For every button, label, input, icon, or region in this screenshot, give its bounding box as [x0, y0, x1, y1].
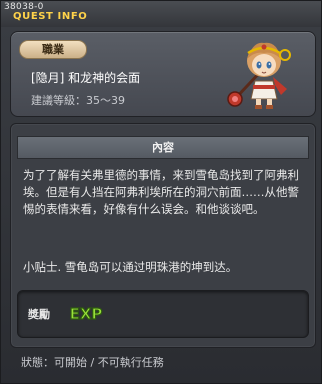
npc-portrait-icon: [227, 42, 291, 109]
quest-status: 狀態：可開始 / 不可執行任務: [21, 356, 164, 369]
quest-description: 为了了解有关弗里德的事情，来到雪龟岛找到了阿弗利埃。但是有人挡在阿弗利埃所在的洞…: [23, 168, 299, 216]
job-label: 職業: [19, 40, 87, 59]
quest-content-panel: 內容 为了了解有关弗里德的事情，来到雪龟岛找到了阿弗利埃。但是有人挡在阿弗利埃所…: [10, 123, 316, 348]
content-header: 內容: [17, 136, 309, 159]
exp-icon[interactable]: EXP: [66, 302, 106, 324]
window-title: QUEST INFO: [13, 11, 88, 22]
reward-label: 獎勵: [28, 308, 50, 321]
reward-box: 獎勵 EXP: [17, 290, 309, 338]
recommended-level: 建議等級：35～39: [31, 94, 125, 107]
quest-name: [隐月] 和龙神的会面: [31, 71, 141, 85]
quest-info-window: 38038-0 QUEST INFO 職業 [隐月] 和龙神的会面 建議等級：3…: [0, 0, 322, 384]
quest-tip: 小贴士. 雪龟岛可以通过明珠港的坤到达。: [23, 260, 238, 274]
title-bar[interactable]: 38038-0 QUEST INFO: [1, 1, 321, 27]
exp-text: EXP: [70, 305, 103, 323]
